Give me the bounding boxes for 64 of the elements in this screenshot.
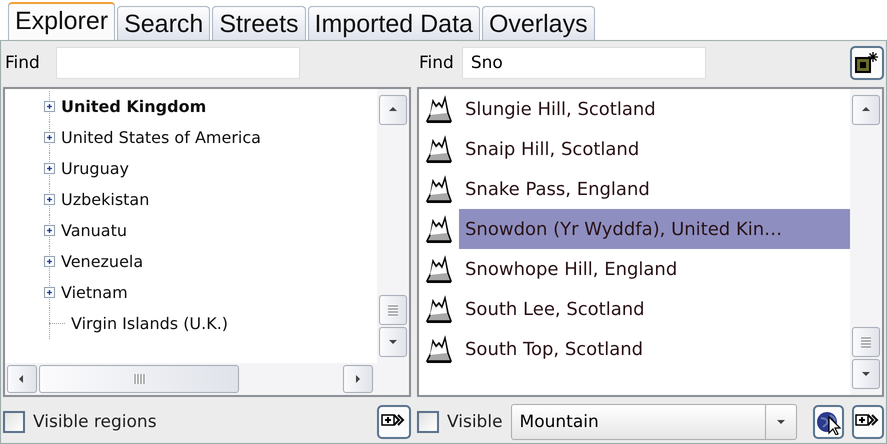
- expand-icon[interactable]: [44, 194, 55, 205]
- mountain-icon: [425, 213, 455, 245]
- checkbox-label: Visible: [447, 412, 503, 432]
- scroll-right-button[interactable]: [343, 365, 373, 393]
- vertical-scrollbar[interactable]: [377, 89, 409, 363]
- mountain-icon: [425, 133, 455, 165]
- find-label: Find: [418, 53, 454, 73]
- tree-item[interactable]: Venezuela: [61, 252, 144, 271]
- scroll-down-button[interactable]: [852, 359, 880, 389]
- result-item[interactable]: Slungie Hill, Scotland: [459, 89, 850, 129]
- grip-icon: [132, 372, 146, 386]
- expand-icon[interactable]: [44, 132, 55, 143]
- expand-icon[interactable]: [44, 225, 55, 236]
- expand-icon[interactable]: [44, 287, 55, 298]
- mountain-icon: [425, 333, 455, 365]
- new-button[interactable]: [850, 46, 884, 80]
- mountain-icon: [425, 293, 455, 325]
- tree-item[interactable]: Vanuatu: [61, 221, 128, 240]
- tab[interactable]: Explorer: [8, 2, 116, 40]
- scroll-thumb[interactable]: [852, 327, 880, 357]
- scroll-up-button[interactable]: [852, 95, 880, 125]
- scroll-thumb[interactable]: [379, 295, 407, 325]
- result-item[interactable]: Snaip Hill, Scotland: [459, 129, 850, 169]
- tab[interactable]: Streets: [212, 6, 306, 40]
- type-dropdown[interactable]: Mountain: [510, 404, 797, 440]
- find-field[interactable]: Sno: [462, 47, 706, 79]
- find-label: Find: [4, 53, 40, 73]
- tree-item[interactable]: Uruguay: [61, 159, 129, 178]
- checkbox[interactable]: [417, 411, 439, 433]
- tab[interactable]: Search: [117, 6, 210, 40]
- tab[interactable]: Imported Data: [308, 6, 480, 40]
- result-item[interactable]: South Lee, Scotland: [459, 289, 850, 329]
- checkbox-label: Visible regions: [33, 412, 157, 432]
- expand-icon[interactable]: [44, 163, 55, 174]
- expand-icon[interactable]: [44, 256, 55, 267]
- scroll-thumb[interactable]: [39, 365, 239, 393]
- add-button[interactable]: [852, 405, 884, 439]
- tree-item[interactable]: Uzbekistan: [61, 190, 150, 209]
- tree-item[interactable]: United States of America: [61, 128, 261, 147]
- result-item[interactable]: Snowhope Hill, England: [459, 249, 850, 289]
- tree-item[interactable]: United Kingdom: [61, 97, 206, 116]
- result-item[interactable]: Snake Pass, England: [459, 169, 850, 209]
- globe-cursor-icon: [815, 409, 842, 435]
- tree-item[interactable]: Vietnam: [61, 283, 128, 302]
- mountain-icon: [425, 173, 455, 205]
- expand-icon[interactable]: [44, 101, 55, 112]
- scroll-left-button[interactable]: [7, 365, 37, 393]
- globe-button[interactable]: [812, 405, 844, 439]
- vertical-scrollbar[interactable]: [850, 89, 882, 395]
- horizontal-scrollbar[interactable]: [5, 363, 409, 395]
- scroll-up-button[interactable]: [379, 95, 407, 125]
- tree-item[interactable]: Virgin Islands (U.K.): [71, 314, 228, 333]
- grip-icon: [859, 335, 873, 349]
- result-item[interactable]: South Top, Scotland: [459, 329, 850, 369]
- add-button[interactable]: [377, 405, 411, 439]
- mountain-icon: [425, 253, 455, 285]
- find-field[interactable]: [56, 47, 300, 79]
- result-item[interactable]: Snowdon (Yr Wyddfa), United Kin…: [459, 209, 850, 249]
- tab[interactable]: Overlays: [482, 6, 595, 40]
- scroll-down-button[interactable]: [379, 327, 407, 357]
- new-window-icon: [854, 50, 880, 76]
- mountain-icon: [425, 93, 455, 125]
- checkbox[interactable]: [3, 411, 25, 433]
- grip-icon: [386, 303, 400, 317]
